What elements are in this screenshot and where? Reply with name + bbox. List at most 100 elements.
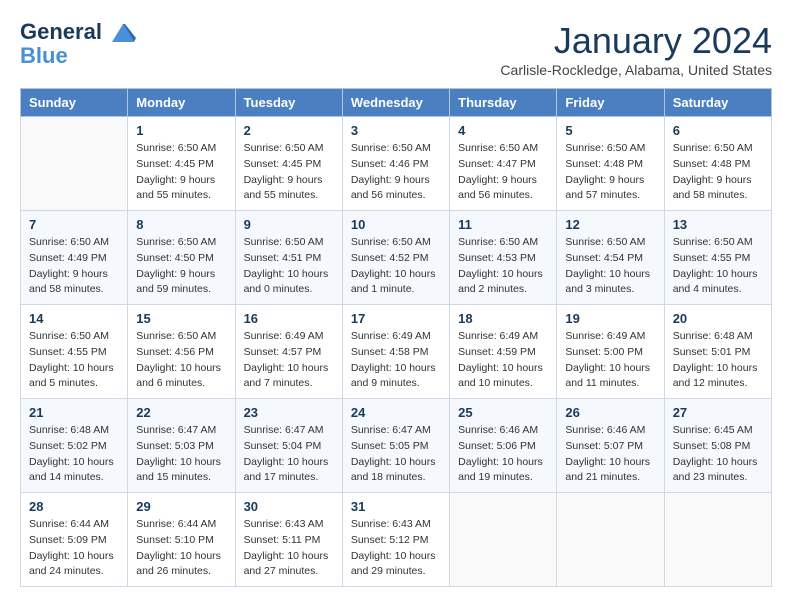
weekday-header: Monday	[128, 89, 235, 117]
calendar-cell: 9 Sunrise: 6:50 AMSunset: 4:51 PMDaylight…	[235, 211, 342, 305]
day-info: Sunrise: 6:43 AMSunset: 5:12 PMDaylight:…	[351, 517, 441, 580]
location: Carlisle-Rockledge, Alabama, United Stat…	[500, 62, 772, 78]
calendar-cell: 4Sunrise: 6:50 AMSunset: 4:47 PMDaylight…	[450, 117, 557, 211]
day-number: 27	[673, 405, 763, 420]
day-number: 9	[244, 217, 334, 232]
day-number: 12	[565, 217, 655, 232]
logo-line1: General	[20, 19, 102, 44]
day-info: Sunrise: 6:46 AMSunset: 5:07 PMDaylight:…	[565, 423, 655, 486]
calendar-cell	[664, 493, 771, 587]
month-title: January 2024	[500, 20, 772, 62]
day-number: 22	[136, 405, 226, 420]
day-info: Sunrise: 6:50 AMSunset: 4:56 PMDaylight:…	[136, 329, 226, 392]
day-info: Sunrise: 6:50 AMSunset: 4:52 PMDaylight:…	[351, 235, 441, 298]
calendar-cell: 11Sunrise: 6:50 AMSunset: 4:53 PMDayligh…	[450, 211, 557, 305]
day-info: Sunrise: 6:47 AMSunset: 5:03 PMDaylight:…	[136, 423, 226, 486]
calendar-cell: 10 Sunrise: 6:50 AMSunset: 4:52 PMDayligh…	[342, 211, 449, 305]
day-info: Sunrise: 6:46 AMSunset: 5:06 PMDaylight:…	[458, 423, 548, 486]
day-number: 29	[136, 499, 226, 514]
calendar-cell: 24 Sunrise: 6:47 AMSunset: 5:05 PMDayligh…	[342, 399, 449, 493]
calendar-cell: 28 Sunrise: 6:44 AMSunset: 5:09 PMDayligh…	[21, 493, 128, 587]
day-number: 7	[29, 217, 119, 232]
calendar-cell: 21 Sunrise: 6:48 AMSunset: 5:02 PMDayligh…	[21, 399, 128, 493]
day-number: 19	[565, 311, 655, 326]
weekday-header: Sunday	[21, 89, 128, 117]
day-number: 10	[351, 217, 441, 232]
calendar-cell	[21, 117, 128, 211]
weekday-header: Thursday	[450, 89, 557, 117]
day-info: Sunrise: 6:44 AMSunset: 5:09 PMDaylight:…	[29, 517, 119, 580]
day-number: 11	[458, 217, 548, 232]
day-number: 28	[29, 499, 119, 514]
calendar-cell: 15 Sunrise: 6:50 AMSunset: 4:56 PMDayligh…	[128, 305, 235, 399]
day-number: 16	[244, 311, 334, 326]
calendar-cell: 13 Sunrise: 6:50 AMSunset: 4:55 PMDayligh…	[664, 211, 771, 305]
calendar-cell: 31 Sunrise: 6:43 AMSunset: 5:12 PMDayligh…	[342, 493, 449, 587]
calendar-cell: 5Sunrise: 6:50 AMSunset: 4:48 PMDaylight…	[557, 117, 664, 211]
weekday-header: Saturday	[664, 89, 771, 117]
day-info: Sunrise: 6:50 AMSunset: 4:45 PMDaylight:…	[136, 141, 226, 204]
day-number: 20	[673, 311, 763, 326]
day-info: Sunrise: 6:44 AMSunset: 5:10 PMDaylight:…	[136, 517, 226, 580]
calendar-week-row: 21 Sunrise: 6:48 AMSunset: 5:02 PMDayligh…	[21, 399, 772, 493]
calendar-cell: 30Sunrise: 6:43 AMSunset: 5:11 PMDayligh…	[235, 493, 342, 587]
calendar-table: SundayMondayTuesdayWednesdayThursdayFrid…	[20, 88, 772, 587]
day-info: Sunrise: 6:47 AMSunset: 5:05 PMDaylight:…	[351, 423, 441, 486]
calendar-week-row: 7Sunrise: 6:50 AMSunset: 4:49 PMDaylight…	[21, 211, 772, 305]
day-info: Sunrise: 6:50 AMSunset: 4:48 PMDaylight:…	[565, 141, 655, 204]
title-block: January 2024 Carlisle-Rockledge, Alabama…	[500, 20, 772, 78]
calendar-cell: 17 Sunrise: 6:49 AMSunset: 4:58 PMDayligh…	[342, 305, 449, 399]
day-info: Sunrise: 6:45 AMSunset: 5:08 PMDaylight:…	[673, 423, 763, 486]
calendar-cell: 8Sunrise: 6:50 AMSunset: 4:50 PMDaylight…	[128, 211, 235, 305]
day-number: 3	[351, 123, 441, 138]
weekday-header: Tuesday	[235, 89, 342, 117]
header-row: SundayMondayTuesdayWednesdayThursdayFrid…	[21, 89, 772, 117]
day-info: Sunrise: 6:49 AMSunset: 4:59 PMDaylight:…	[458, 329, 548, 392]
day-info: Sunrise: 6:50 AMSunset: 4:54 PMDaylight:…	[565, 235, 655, 298]
calendar-cell: 20 Sunrise: 6:48 AMSunset: 5:01 PMDayligh…	[664, 305, 771, 399]
day-info: Sunrise: 6:50 AMSunset: 4:45 PMDaylight:…	[244, 141, 334, 204]
day-info: Sunrise: 6:49 AMSunset: 4:58 PMDaylight:…	[351, 329, 441, 392]
day-info: Sunrise: 6:50 AMSunset: 4:51 PMDaylight:…	[244, 235, 334, 298]
day-number: 13	[673, 217, 763, 232]
calendar-cell: 29 Sunrise: 6:44 AMSunset: 5:10 PMDayligh…	[128, 493, 235, 587]
calendar-week-row: 14 Sunrise: 6:50 AMSunset: 4:55 PMDayligh…	[21, 305, 772, 399]
day-number: 2	[244, 123, 334, 138]
day-number: 17	[351, 311, 441, 326]
day-number: 4	[458, 123, 548, 138]
calendar-cell: 26 Sunrise: 6:46 AMSunset: 5:07 PMDayligh…	[557, 399, 664, 493]
calendar-cell: 1Sunrise: 6:50 AMSunset: 4:45 PMDaylight…	[128, 117, 235, 211]
day-number: 14	[29, 311, 119, 326]
day-number: 26	[565, 405, 655, 420]
calendar-cell: 7Sunrise: 6:50 AMSunset: 4:49 PMDaylight…	[21, 211, 128, 305]
weekday-header: Friday	[557, 89, 664, 117]
calendar-cell	[557, 493, 664, 587]
day-info: Sunrise: 6:43 AMSunset: 5:11 PMDaylight:…	[244, 517, 334, 580]
calendar-week-row: 1Sunrise: 6:50 AMSunset: 4:45 PMDaylight…	[21, 117, 772, 211]
page-header: General Blue January 2024 Carlisle-Rockl…	[20, 20, 772, 78]
calendar-cell: 6Sunrise: 6:50 AMSunset: 4:48 PMDaylight…	[664, 117, 771, 211]
day-number: 21	[29, 405, 119, 420]
day-number: 18	[458, 311, 548, 326]
calendar-cell: 23Sunrise: 6:47 AMSunset: 5:04 PMDayligh…	[235, 399, 342, 493]
day-info: Sunrise: 6:48 AMSunset: 5:01 PMDaylight:…	[673, 329, 763, 392]
day-info: Sunrise: 6:49 AMSunset: 5:00 PMDaylight:…	[565, 329, 655, 392]
logo-line2: Blue	[20, 44, 136, 68]
day-number: 15	[136, 311, 226, 326]
calendar-cell: 12 Sunrise: 6:50 AMSunset: 4:54 PMDayligh…	[557, 211, 664, 305]
day-info: Sunrise: 6:48 AMSunset: 5:02 PMDaylight:…	[29, 423, 119, 486]
calendar-cell: 19 Sunrise: 6:49 AMSunset: 5:00 PMDayligh…	[557, 305, 664, 399]
calendar-cell: 25 Sunrise: 6:46 AMSunset: 5:06 PMDayligh…	[450, 399, 557, 493]
logo-text: General	[20, 20, 136, 44]
day-number: 31	[351, 499, 441, 514]
day-number: 25	[458, 405, 548, 420]
calendar-cell	[450, 493, 557, 587]
day-info: Sunrise: 6:50 AMSunset: 4:55 PMDaylight:…	[29, 329, 119, 392]
day-number: 6	[673, 123, 763, 138]
day-info: Sunrise: 6:49 AMSunset: 4:57 PMDaylight:…	[244, 329, 334, 392]
day-info: Sunrise: 6:50 AMSunset: 4:55 PMDaylight:…	[673, 235, 763, 298]
day-number: 24	[351, 405, 441, 420]
day-info: Sunrise: 6:50 AMSunset: 4:46 PMDaylight:…	[351, 141, 441, 204]
calendar-cell: 18 Sunrise: 6:49 AMSunset: 4:59 PMDayligh…	[450, 305, 557, 399]
day-number: 23	[244, 405, 334, 420]
